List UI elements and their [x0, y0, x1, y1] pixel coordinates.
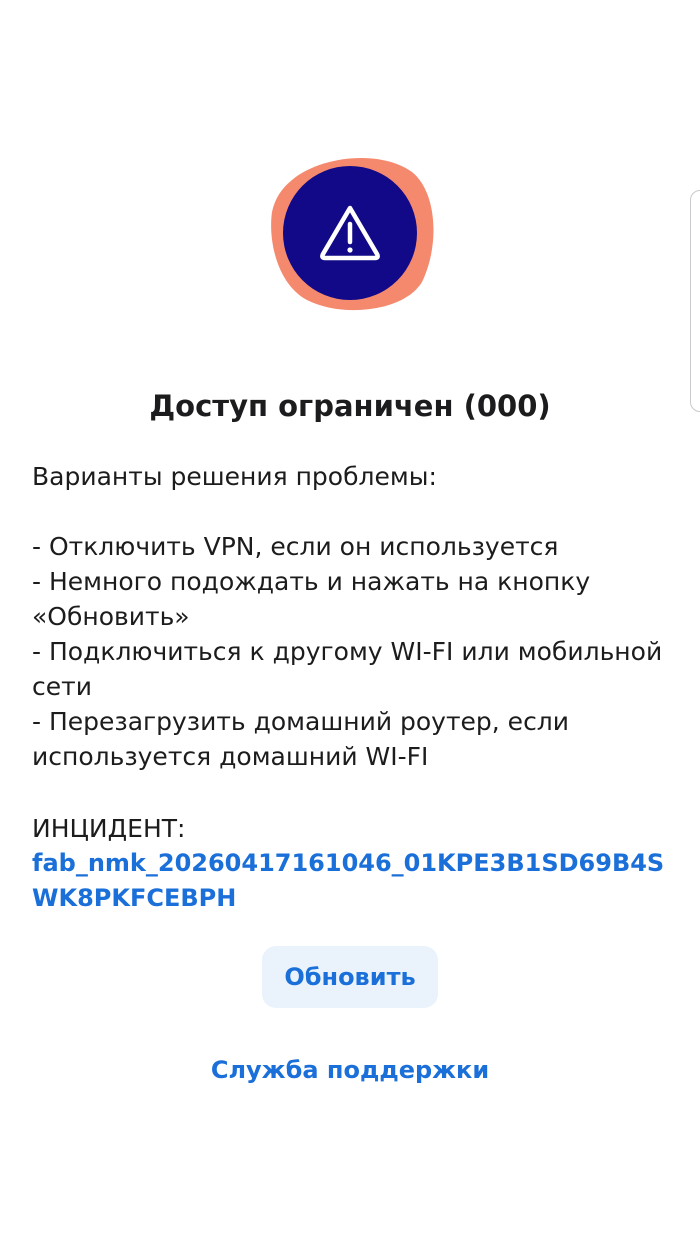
solution-item: - Отключить VPN, если он используется: [32, 532, 559, 561]
solutions-section: Варианты решения проблемы: - Отключить V…: [32, 459, 672, 774]
warning-triangle-icon: [271, 158, 434, 311]
solution-item: - Перезагрузить домашний роутер, если ис…: [32, 707, 570, 771]
incident-code[interactable]: fab_nmk_20260417161046_01KPE3B1SD69B4SWK…: [32, 846, 672, 916]
solutions-heading: Варианты решения проблемы:: [32, 462, 437, 491]
support-link[interactable]: Служба поддержки: [0, 1052, 700, 1088]
refresh-button[interactable]: Обновить: [262, 946, 438, 1008]
warning-illustration: [262, 150, 442, 320]
incident-label: ИНЦИДЕНТ:: [32, 814, 186, 843]
access-restricted-screen: Доступ ограничен (000) Варианты решения …: [0, 0, 700, 1244]
solution-item: - Немного подождать и нажать на кнопку «…: [32, 567, 591, 631]
solution-item: - Подключиться к другому WI-FI или мобил…: [32, 637, 663, 701]
scrollbar-handle[interactable]: [690, 190, 700, 412]
page-title: Доступ ограничен (000): [149, 389, 551, 423]
